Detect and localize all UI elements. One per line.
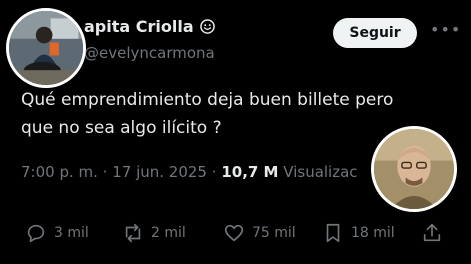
share-icon: [423, 223, 441, 242]
share-button[interactable]: [421, 222, 443, 244]
author-avatar[interactable]: [6, 8, 86, 88]
meta-separator: ·: [211, 163, 217, 181]
views-label: Visualizac: [283, 163, 358, 181]
repost-count: 2 mil: [151, 225, 186, 241]
author-handle[interactable]: @evelyncarmona: [84, 44, 215, 62]
more-icon[interactable]: •••: [430, 20, 461, 39]
tweet-text-line-2: que no sea algo ilícito ?: [21, 118, 222, 138]
action-bar: 3 mil 2 mil 75 mil 18 mil: [25, 222, 445, 248]
reply-icon: [27, 224, 45, 243]
repost-icon: [125, 223, 141, 243]
verified-badge-icon: [199, 19, 215, 34]
author-name-row[interactable]: apita Criolla: [84, 17, 215, 36]
overlay-avatar-photo: [374, 129, 454, 209]
reply-button[interactable]: 3 mil: [25, 222, 89, 244]
avatar-photo: [9, 11, 83, 85]
meta-separator: ·: [102, 163, 108, 181]
reply-count: 3 mil: [54, 225, 89, 241]
overlay-avatar: [371, 126, 457, 212]
tweet-time[interactable]: 7:00 p. m.: [21, 163, 98, 181]
follow-button[interactable]: Seguir: [333, 18, 417, 48]
like-count: 75 mil: [252, 225, 296, 241]
views-count: 10,7 M: [221, 163, 279, 181]
tweet-text: Qué emprendimiento deja buen billete per…: [21, 86, 421, 142]
bookmark-button[interactable]: 18 mil: [322, 222, 395, 244]
bookmark-count: 18 mil: [351, 225, 395, 241]
tweet-text-line-1: Qué emprendimiento deja buen billete per…: [21, 90, 394, 110]
tweet-meta: 7:00 p. m. · 17 jun. 2025 · 10,7 M Visua…: [21, 163, 358, 181]
heart-icon: [224, 224, 244, 242]
repost-button[interactable]: 2 mil: [122, 222, 186, 244]
tweet-date[interactable]: 17 jun. 2025: [112, 163, 207, 181]
author-display-name[interactable]: apita Criolla: [84, 17, 194, 36]
like-button[interactable]: 75 mil: [223, 222, 296, 244]
bookmark-icon: [326, 223, 340, 243]
